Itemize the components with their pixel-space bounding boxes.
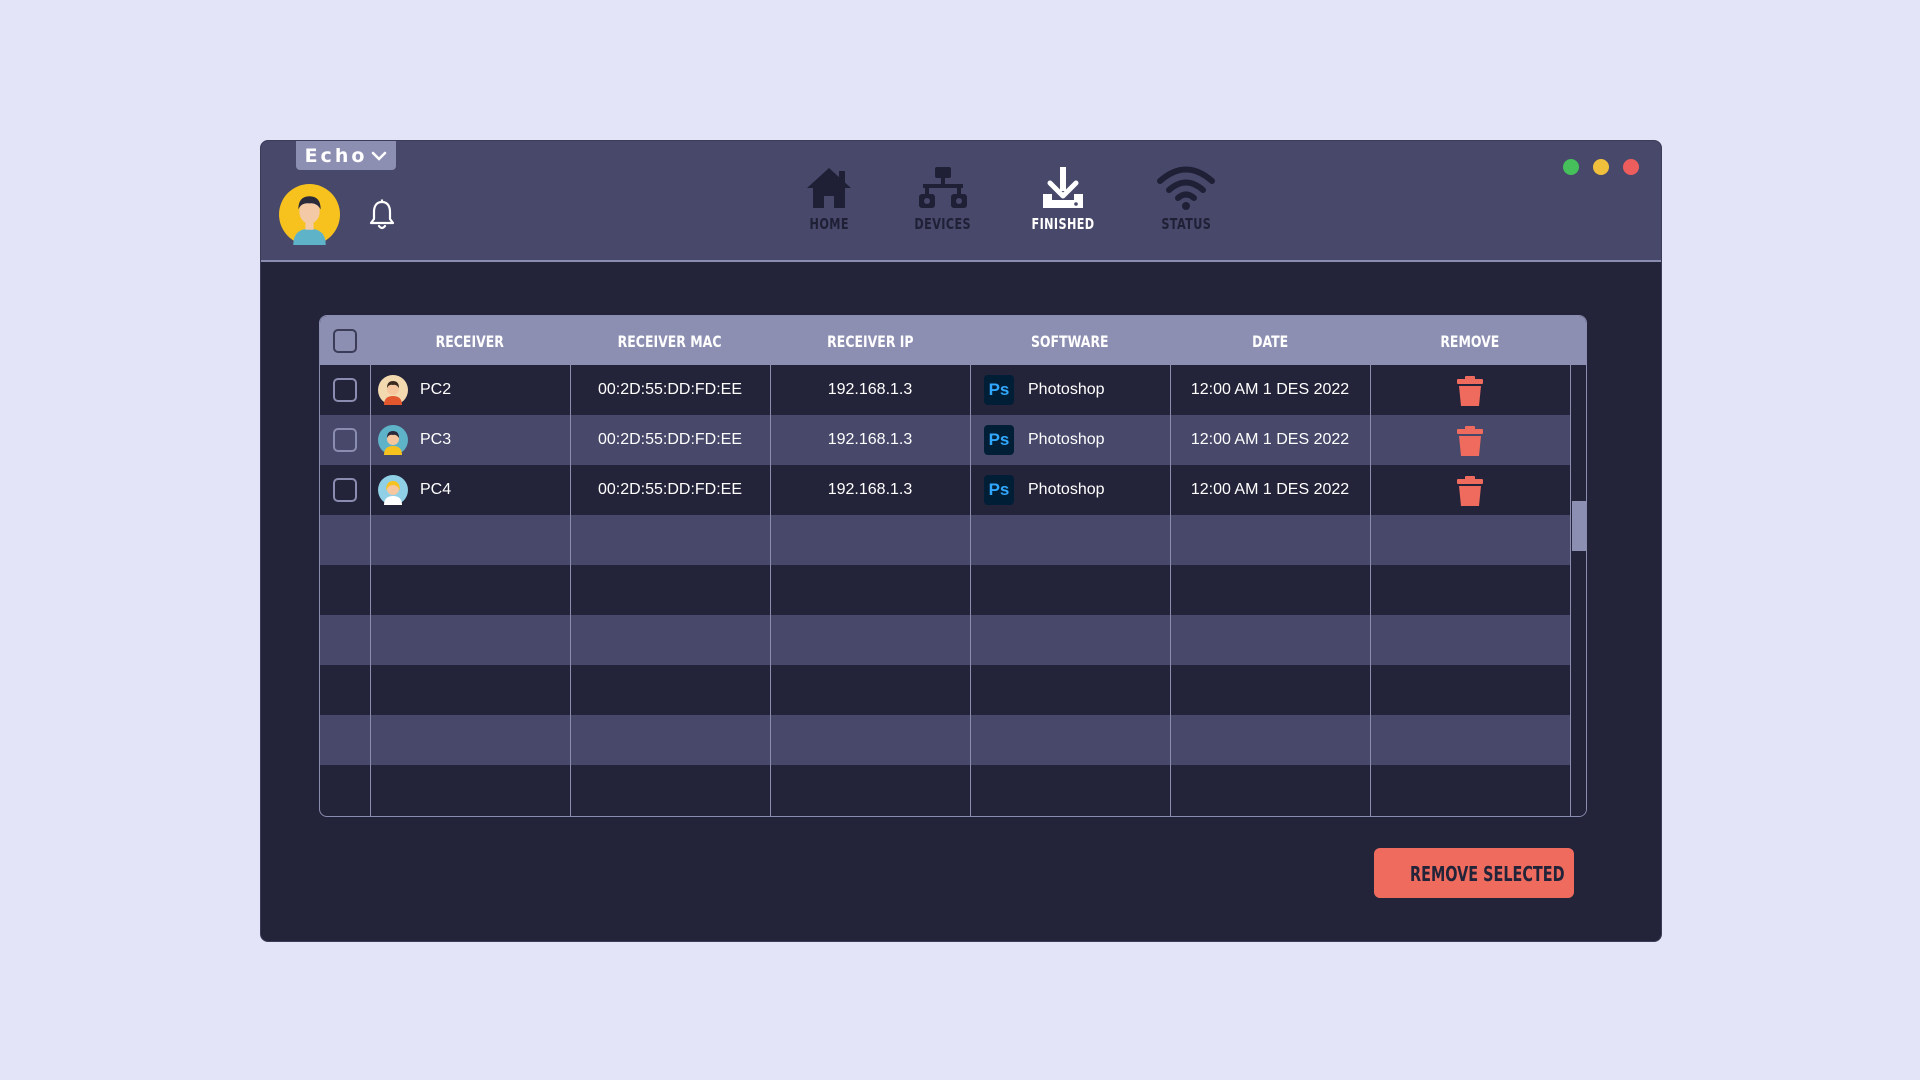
table-row-empty [320,615,1570,665]
photoshop-icon: Ps [984,375,1014,405]
receiver-name: PC4 [420,481,452,498]
chevron-down-icon [372,151,387,161]
ip-cell: 192.168.1.3 [827,481,913,498]
photoshop-icon: Ps [984,425,1014,455]
software-name: Photoshop [1028,381,1105,398]
home-icon [807,168,851,208]
select-all-checkbox[interactable] [333,329,357,353]
ip-cell: 192.168.1.3 [827,381,913,398]
date-cell: 12:00 AM 1 DES 2022 [1190,381,1350,398]
table-row-empty [320,765,1570,815]
nav-label-finished: FINISHED [1031,215,1095,233]
row-checkbox[interactable] [333,478,357,502]
table-row-empty [320,665,1570,715]
window-controls [1563,159,1639,175]
minimize-button[interactable] [1593,159,1609,175]
close-button[interactable] [1623,159,1639,175]
row-checkbox[interactable] [333,428,357,452]
software-name: Photoshop [1028,431,1105,448]
receiver-avatar [378,375,408,405]
download-icon [1043,167,1083,208]
receiver-avatar [378,425,408,455]
mac-cell: 00:2D:55:DD:FD:EE [597,381,743,398]
software-cell: Ps Photoshop [984,365,1164,415]
header-receiver-mac: RECEIVER MAC [618,332,722,351]
app-name: Echo [304,144,368,167]
trash-icon[interactable] [1457,426,1483,456]
receiver-cell: PC2 [378,365,568,415]
software-cell: Ps Photoshop [984,465,1164,515]
header-date: DATE [1251,332,1289,351]
table-row-empty [320,715,1570,765]
table-row-data[interactable]: PC3 00:2D:55:DD:FD:EE 192.168.1.3 Ps Pho… [320,415,1570,465]
header-remove: REMOVE [1440,332,1500,351]
title-bar: Echo HOME DEVICES FINISHED STATUS [261,141,1661,262]
ip-cell: 192.168.1.3 [827,431,913,448]
table-row-empty [320,515,1570,565]
network-icon [919,167,967,208]
main-nav: HOME DEVICES FINISHED STATUS [261,166,1661,246]
scrollbar-thumb[interactable] [1572,501,1586,551]
mac-cell: 00:2D:55:DD:FD:EE [597,481,743,498]
receiver-avatar [378,475,408,505]
nav-item-home[interactable]: HOME [779,166,879,233]
nav-label-status: STATUS [1161,215,1211,233]
table-scrollbar[interactable] [1570,365,1586,816]
date-cell: 12:00 AM 1 DES 2022 [1190,431,1350,448]
header-software: SOFTWARE [1031,332,1109,351]
maximize-button[interactable] [1563,159,1579,175]
receiver-cell: PC3 [378,415,568,465]
nav-label-home: HOME [809,215,849,233]
software-name: Photoshop [1028,481,1105,498]
nav-item-finished[interactable]: FINISHED [1013,166,1113,233]
wifi-icon [1157,166,1215,210]
finished-table: RECEIVER RECEIVER MAC RECEIVER IP SOFTWA… [319,315,1587,817]
header-receiver-ip: RECEIVER IP [826,332,914,351]
receiver-name: PC3 [420,431,452,448]
trash-icon[interactable] [1457,476,1483,506]
table-row-data[interactable]: PC2 00:2D:55:DD:FD:EE 192.168.1.3 Ps Pho… [320,365,1570,415]
trash-icon[interactable] [1457,376,1483,406]
table-row-empty [320,565,1570,615]
date-cell: 12:00 AM 1 DES 2022 [1190,481,1350,498]
software-cell: Ps Photoshop [984,415,1164,465]
header-receiver: RECEIVER [435,332,505,351]
table-header: RECEIVER RECEIVER MAC RECEIVER IP SOFTWA… [320,316,1586,365]
app-window: Echo HOME DEVICES FINISHED STATUS RECEIV… [260,140,1662,942]
remove-selected-button[interactable]: REMOVE SELECTED [1374,848,1574,898]
mac-cell: 00:2D:55:DD:FD:EE [597,431,743,448]
photoshop-icon: Ps [984,475,1014,505]
nav-item-devices[interactable]: DEVICES [893,166,993,233]
table-row-data[interactable]: PC4 00:2D:55:DD:FD:EE 192.168.1.3 Ps Pho… [320,465,1570,515]
nav-label-devices: DEVICES [914,215,972,233]
receiver-cell: PC4 [378,465,568,515]
row-checkbox[interactable] [333,378,357,402]
receiver-name: PC2 [420,381,452,398]
nav-item-status[interactable]: STATUS [1136,166,1236,233]
